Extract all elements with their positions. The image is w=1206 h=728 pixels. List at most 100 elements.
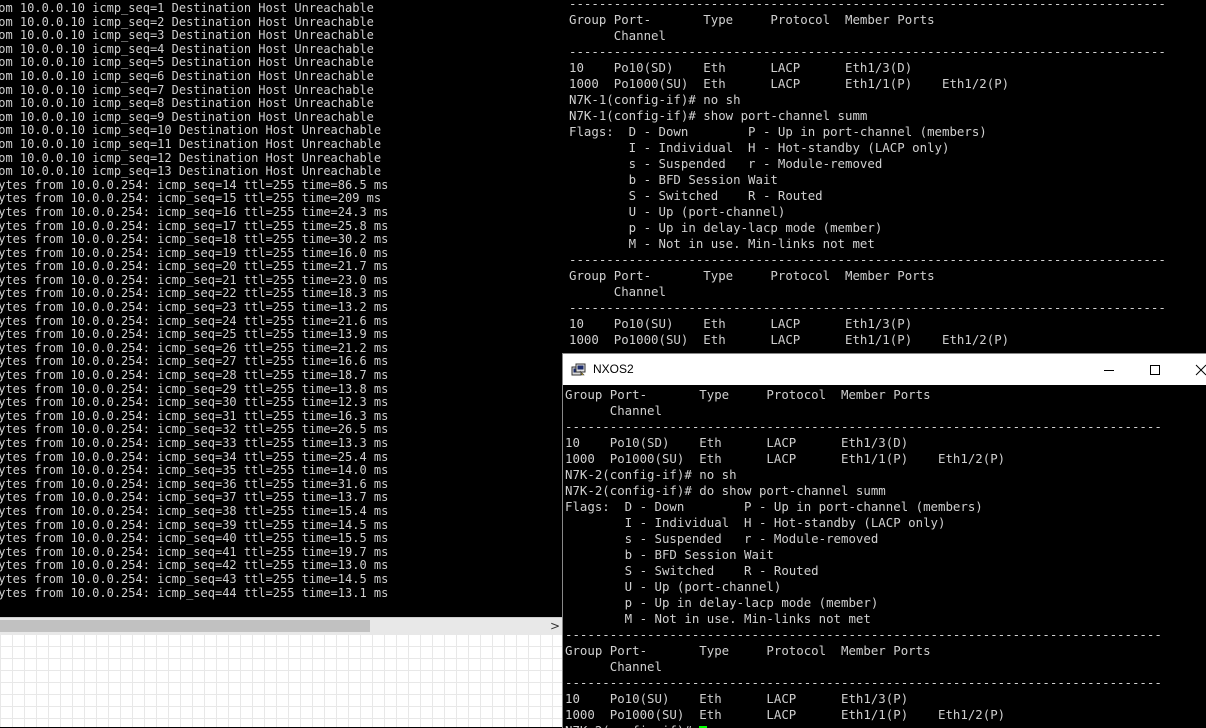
- terminal-line: Group Port- Type Protocol Member Ports: [569, 268, 1166, 284]
- terminal-line: bytes from 10.0.0.254: icmp_seq=32 ttl=2…: [0, 423, 388, 437]
- terminal-line: Group Port- Type Protocol Member Ports: [565, 387, 1162, 403]
- terminal-line: rom 10.0.0.10 icmp_seq=8 Destination Hos…: [0, 97, 388, 111]
- terminal-line: p - Up in delay-lacp mode (member): [569, 220, 1166, 236]
- terminal-line: bytes from 10.0.0.254: icmp_seq=24 ttl=2…: [0, 315, 388, 329]
- terminal-line: ----------------------------------------…: [569, 0, 1166, 12]
- terminal-line: bytes from 10.0.0.254: icmp_seq=31 ttl=2…: [0, 410, 388, 424]
- terminal-line: s - Suspended r - Module-removed: [569, 156, 1166, 172]
- terminal-line: bytes from 10.0.0.254: icmp_seq=34 ttl=2…: [0, 451, 388, 465]
- terminal-line: rom 10.0.0.10 icmp_seq=11 Destination Ho…: [0, 138, 388, 152]
- terminal-line: bytes from 10.0.0.254: icmp_seq=44 ttl=2…: [0, 587, 388, 601]
- terminal-line: bytes from 10.0.0.254: icmp_seq=14 ttl=2…: [0, 179, 388, 193]
- terminal-line: Flags: D - Down P - Up in port-channel (…: [565, 499, 1162, 515]
- terminal-line: bytes from 10.0.0.254: icmp_seq=17 ttl=2…: [0, 220, 388, 234]
- nxos2-window[interactable]: NXOS2 Group Port- Type Protocol Member P…: [562, 353, 1206, 728]
- terminal-line: bytes from 10.0.0.254: icmp_seq=38 ttl=2…: [0, 505, 388, 519]
- maximize-button[interactable]: [1132, 354, 1178, 385]
- terminal-line: ----------------------------------------…: [569, 300, 1166, 316]
- terminal-line: rom 10.0.0.10 icmp_seq=13 Destination Ho…: [0, 165, 388, 179]
- grid-canvas: [0, 634, 562, 727]
- terminal-line: bytes from 10.0.0.254: icmp_seq=33 ttl=2…: [0, 437, 388, 451]
- scroll-right-arrow-icon[interactable]: >: [550, 618, 560, 635]
- terminal-line: 1000 Po1000(SU) Eth LACP Eth1/1(P) Eth1/…: [569, 76, 1166, 92]
- terminal-line: Group Port- Type Protocol Member Ports: [569, 12, 1166, 28]
- terminal-line: rom 10.0.0.10 icmp_seq=2 Destination Hos…: [0, 16, 388, 30]
- terminal-line: bytes from 10.0.0.254: icmp_seq=39 ttl=2…: [0, 519, 388, 533]
- terminal-line: bytes from 10.0.0.254: icmp_seq=28 ttl=2…: [0, 369, 388, 383]
- scrollbar-thumb[interactable]: [0, 620, 370, 632]
- n7k-1-terminal[interactable]: ----------------------------------------…: [566, 0, 1206, 354]
- terminal-line: rom 10.0.0.10 icmp_seq=10 Destination Ho…: [0, 124, 388, 138]
- terminal-line: U - Up (port-channel): [569, 204, 1166, 220]
- terminal-line: b - BFD Session Wait: [565, 547, 1162, 563]
- terminal-line: S - Switched R - Routed: [569, 188, 1166, 204]
- terminal-line: bytes from 10.0.0.254: icmp_seq=43 ttl=2…: [0, 573, 388, 587]
- terminal-line: bytes from 10.0.0.254: icmp_seq=25 ttl=2…: [0, 328, 388, 342]
- terminal-line: bytes from 10.0.0.254: icmp_seq=35 ttl=2…: [0, 464, 388, 478]
- left-terminal-output: rom 10.0.0.10 icmp_seq=1 Destination Hos…: [0, 2, 388, 600]
- terminal-line: bytes from 10.0.0.254: icmp_seq=29 ttl=2…: [0, 383, 388, 397]
- terminal-line: 10 Po10(SD) Eth LACP Eth1/3(D): [565, 435, 1162, 451]
- terminal-line: bytes from 10.0.0.254: icmp_seq=26 ttl=2…: [0, 342, 388, 356]
- terminal-line: b - BFD Session Wait: [569, 172, 1166, 188]
- terminal-line: 10 Po10(SD) Eth LACP Eth1/3(D): [569, 60, 1166, 76]
- maximize-icon: [1149, 364, 1161, 376]
- terminal-line: I - Individual H - Hot-standby (LACP onl…: [569, 140, 1166, 156]
- terminal-line: S - Switched R - Routed: [565, 563, 1162, 579]
- terminal-line: 10 Po10(SU) Eth LACP Eth1/3(P): [565, 691, 1162, 707]
- n7k-1-terminal-output: ----------------------------------------…: [569, 0, 1166, 348]
- terminal-line: Group Port- Type Protocol Member Ports: [565, 643, 1162, 659]
- terminal-line: rom 10.0.0.10 icmp_seq=5 Destination Hos…: [0, 56, 388, 70]
- n7k-2-terminal[interactable]: Group Port- Type Protocol Member Ports C…: [563, 385, 1206, 728]
- terminal-line: bytes from 10.0.0.254: icmp_seq=42 ttl=2…: [0, 559, 388, 573]
- terminal-line: rom 10.0.0.10 icmp_seq=3 Destination Hos…: [0, 29, 388, 43]
- putty-icon: [571, 362, 587, 376]
- window-title: NXOS2: [593, 354, 634, 385]
- terminal-line: ----------------------------------------…: [565, 419, 1162, 435]
- terminal-line: rom 10.0.0.10 icmp_seq=12 Destination Ho…: [0, 152, 388, 166]
- terminal-line: ----------------------------------------…: [569, 252, 1166, 268]
- terminal-line: rom 10.0.0.10 icmp_seq=6 Destination Hos…: [0, 70, 388, 84]
- terminal-line: bytes from 10.0.0.254: icmp_seq=40 ttl=2…: [0, 532, 388, 546]
- close-icon: [1195, 364, 1206, 376]
- terminal-line: M - Not in use. Min-links not met: [569, 236, 1166, 252]
- terminal-line: M - Not in use. Min-links not met: [565, 611, 1162, 627]
- left-terminal[interactable]: rom 10.0.0.10 icmp_seq=1 Destination Hos…: [0, 0, 562, 617]
- terminal-line: p - Up in delay-lacp mode (member): [565, 595, 1162, 611]
- terminal-line: bytes from 10.0.0.254: icmp_seq=19 ttl=2…: [0, 247, 388, 261]
- terminal-line: N7K-2(config-if)# no sh: [565, 467, 1162, 483]
- close-button[interactable]: [1178, 354, 1206, 385]
- terminal-line: 1000 Po1000(SU) Eth LACP Eth1/1(P) Eth1/…: [565, 451, 1162, 467]
- terminal-line: N7K-2(config-if)# do show port-channel s…: [565, 483, 1162, 499]
- terminal-line: N7K-1(config-if)# show port-channel summ: [569, 108, 1166, 124]
- terminal-line: bytes from 10.0.0.254: icmp_seq=18 ttl=2…: [0, 233, 388, 247]
- terminal-line: 1000 Po1000(SU) Eth LACP Eth1/1(P) Eth1/…: [565, 707, 1162, 723]
- terminal-line: bytes from 10.0.0.254: icmp_seq=15 ttl=2…: [0, 192, 388, 206]
- terminal-line: bytes from 10.0.0.254: icmp_seq=36 ttl=2…: [0, 478, 388, 492]
- terminal-line: bytes from 10.0.0.254: icmp_seq=21 ttl=2…: [0, 274, 388, 288]
- horizontal-scrollbar[interactable]: >: [0, 617, 562, 635]
- terminal-line: N7K-2(config-if)#: [565, 723, 1162, 728]
- terminal-line: rom 10.0.0.10 icmp_seq=9 Destination Hos…: [0, 111, 388, 125]
- terminal-line: bytes from 10.0.0.254: icmp_seq=20 ttl=2…: [0, 260, 388, 274]
- terminal-line: 1000 Po1000(SU) Eth LACP Eth1/1(P) Eth1/…: [569, 332, 1166, 348]
- terminal-line: rom 10.0.0.10 icmp_seq=4 Destination Hos…: [0, 43, 388, 57]
- terminal-line: bytes from 10.0.0.254: icmp_seq=37 ttl=2…: [0, 491, 388, 505]
- terminal-line: bytes from 10.0.0.254: icmp_seq=22 ttl=2…: [0, 287, 388, 301]
- terminal-line: bytes from 10.0.0.254: icmp_seq=41 ttl=2…: [0, 546, 388, 560]
- terminal-line: 10 Po10(SU) Eth LACP Eth1/3(P): [569, 316, 1166, 332]
- terminal-line: I - Individual H - Hot-standby (LACP onl…: [565, 515, 1162, 531]
- terminal-line: Channel: [565, 659, 1162, 675]
- terminal-line: rom 10.0.0.10 icmp_seq=7 Destination Hos…: [0, 84, 388, 98]
- terminal-line: ----------------------------------------…: [569, 44, 1166, 60]
- terminal-line: N7K-1(config-if)# no sh: [569, 92, 1166, 108]
- minimize-icon: [1103, 364, 1115, 376]
- terminal-line: Channel: [569, 28, 1166, 44]
- terminal-line: ----------------------------------------…: [565, 675, 1162, 691]
- n7k-2-terminal-output: Group Port- Type Protocol Member Ports C…: [565, 387, 1162, 728]
- terminal-line: rom 10.0.0.10 icmp_seq=1 Destination Hos…: [0, 2, 388, 16]
- terminal-line: U - Up (port-channel): [565, 579, 1162, 595]
- minimize-button[interactable]: [1086, 354, 1132, 385]
- window-titlebar[interactable]: NXOS2: [563, 354, 1206, 385]
- terminal-line: bytes from 10.0.0.254: icmp_seq=23 ttl=2…: [0, 301, 388, 315]
